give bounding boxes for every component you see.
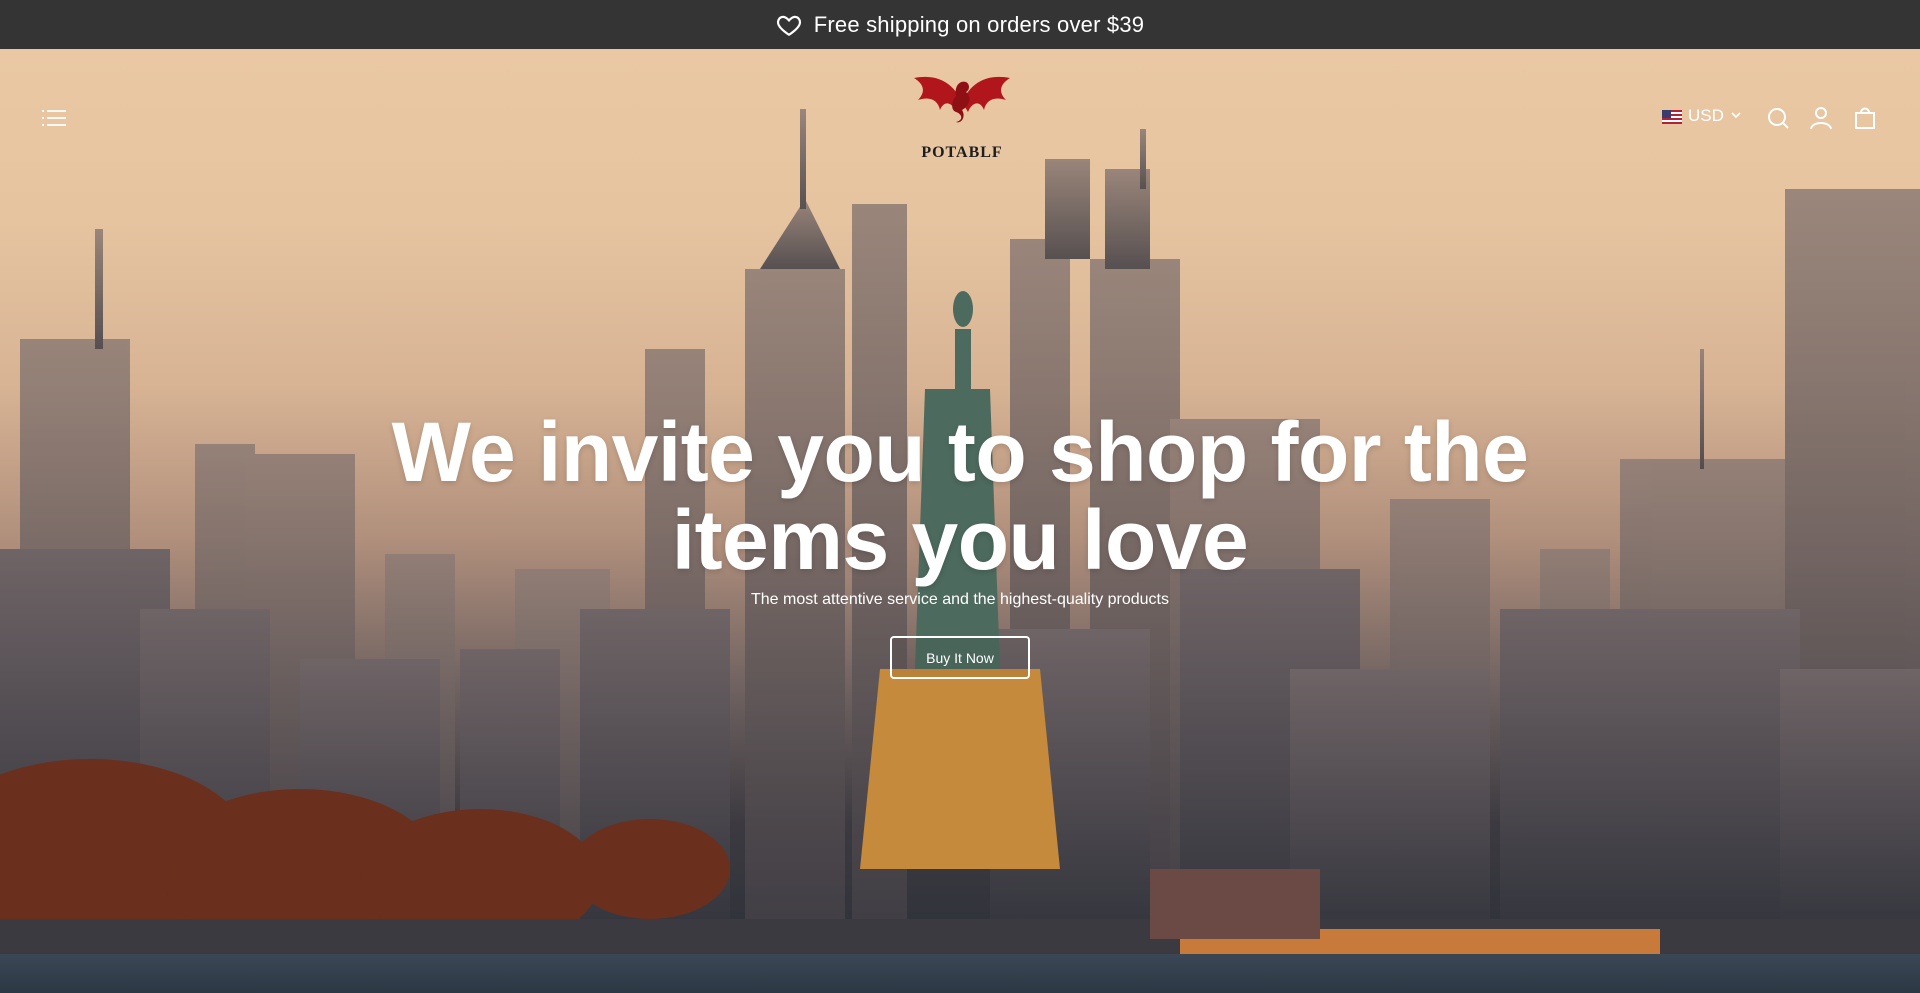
chevron-down-icon [1730,106,1742,126]
announcement-text: Free shipping on orders over $39 [813,11,1145,37]
currency-code: USD [1688,106,1724,125]
announcement-bar: Free shipping on orders over $39 [0,0,1920,49]
hero-headline: We invite you to shop for the items you … [391,405,1529,587]
heart-icon [776,12,802,38]
buy-it-now-button[interactable]: Buy It Now [890,636,1030,679]
search-icon[interactable] [1765,105,1791,131]
hamburger-menu-icon[interactable] [40,107,68,129]
logo-wordmark: POTABLF [921,144,1003,161]
hero-subheadline: The most attentive service and the highe… [751,591,1169,608]
account-icon[interactable] [1808,105,1834,131]
currency-selector[interactable]: USD [1662,106,1742,126]
us-flag-icon [1662,109,1682,124]
dragon-logo-icon [914,76,1010,123]
store-logo[interactable]: POTABLF [904,70,1020,166]
cart-icon[interactable] [1852,105,1878,131]
